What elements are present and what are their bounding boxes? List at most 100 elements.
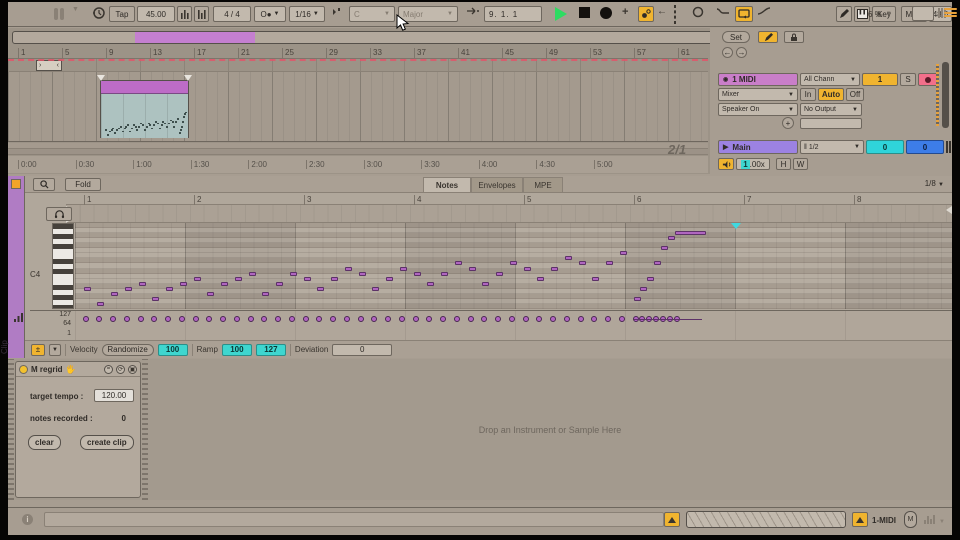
velocity-marker[interactable] <box>138 316 144 322</box>
device-drop-zone[interactable]: Drop an Instrument or Sample Here <box>148 359 952 500</box>
monitor-off-button[interactable]: Off <box>846 88 864 101</box>
height-zoom-button[interactable]: H <box>776 158 791 170</box>
velocity-marker[interactable] <box>413 316 419 322</box>
midi-note[interactable] <box>180 282 187 286</box>
fade-icon[interactable] <box>757 6 773 22</box>
main-volume-slider[interactable]: 0 <box>906 140 944 154</box>
midi-note[interactable] <box>276 282 283 286</box>
velocity-marker[interactable] <box>344 316 350 322</box>
midi-note[interactable] <box>510 261 517 265</box>
midi-note[interactable] <box>668 236 675 240</box>
midi-note[interactable] <box>482 282 489 286</box>
clip-title-bar[interactable] <box>101 81 188 94</box>
track-activator-button[interactable]: 1 <box>862 73 898 86</box>
draw-mode-button[interactable] <box>836 6 852 22</box>
add-automation-lane-button[interactable]: + <box>782 117 794 129</box>
midi-note[interactable] <box>400 267 407 271</box>
velocity-marker[interactable] <box>536 316 542 322</box>
clear-button[interactable]: clear <box>28 435 61 450</box>
show-track-toggle[interactable] <box>852 512 868 527</box>
velocity-marker[interactable] <box>523 316 529 322</box>
automation-breakpoint-line[interactable] <box>8 59 708 61</box>
ramp-from-field[interactable]: 100 <box>222 344 252 356</box>
loop-marker-lanes[interactable] <box>66 205 952 223</box>
midi-note[interactable] <box>455 261 462 265</box>
device-title-bar[interactable]: M regrid 🖐 = ⟳ ▣ <box>16 362 140 377</box>
midi-note[interactable] <box>152 297 159 301</box>
midi-note[interactable] <box>166 287 173 291</box>
nudge-down-icon[interactable] <box>177 6 192 22</box>
midi-note[interactable] <box>579 261 586 265</box>
midi-note[interactable] <box>654 261 661 265</box>
device-edit-button[interactable]: ⟳ <box>116 365 125 374</box>
midi-note[interactable] <box>537 277 544 281</box>
zoom-magnifier-button[interactable] <box>33 178 55 191</box>
velocity-marker[interactable] <box>248 316 254 322</box>
arrangement-track-lane[interactable] <box>8 72 708 142</box>
overview-loop-region[interactable] <box>135 32 255 44</box>
midi-note[interactable] <box>414 272 421 276</box>
midi-note[interactable] <box>606 261 613 265</box>
mixer-device-menu[interactable]: Mixer▼ <box>718 88 798 101</box>
prev-marker-button[interactable]: ← <box>722 47 733 58</box>
time-signature-field[interactable]: 4 / 4 <box>213 6 251 22</box>
preview-speaker-button[interactable] <box>718 158 734 170</box>
device-map-button[interactable]: = <box>104 365 113 374</box>
midi-note[interactable] <box>345 267 352 271</box>
midi-note[interactable] <box>496 272 503 276</box>
clip-mini-notes[interactable] <box>101 94 188 138</box>
punch-region-icon[interactable] <box>674 6 688 22</box>
velocity-marker[interactable] <box>399 316 405 322</box>
back-to-arrangement-button[interactable]: ← <box>657 6 671 22</box>
chevron-down-icon[interactable]: ▼ <box>72 6 82 22</box>
tab-mpe[interactable]: MPE <box>523 177 563 192</box>
chevron-down-icon[interactable]: ▼ <box>939 519 945 525</box>
main-grid-menu[interactable]: ‖ 1/2▼ <box>800 140 864 154</box>
groove-amount-menu[interactable]: O●▼ <box>254 6 286 22</box>
midi-note[interactable] <box>441 272 448 276</box>
midi-note[interactable] <box>207 292 214 296</box>
velocity-marker[interactable] <box>371 316 377 322</box>
velocity-marker[interactable] <box>578 316 584 322</box>
velocity-marker[interactable] <box>96 316 102 322</box>
piano-key[interactable] <box>53 305 73 309</box>
playback-speed-box[interactable]: 1.00x <box>736 158 770 170</box>
midi-note[interactable] <box>125 287 132 291</box>
set-button[interactable]: Set <box>722 31 750 43</box>
midi-note[interactable] <box>84 287 91 291</box>
insert-marker[interactable] <box>731 223 741 229</box>
arrangement-midi-clip[interactable] <box>100 80 189 138</box>
arrangement-position-field[interactable]: 9. 1. 1 <box>484 6 542 22</box>
capture-midi-button[interactable] <box>692 6 706 22</box>
midi-note[interactable] <box>194 277 201 281</box>
device-drag-strip-left[interactable] <box>8 359 14 500</box>
tab-envelopes[interactable]: Envelopes <box>471 177 523 192</box>
velocity-marker[interactable] <box>234 316 240 322</box>
arrangement-time-ruler[interactable]: 0:000:301:001:302:002:303:003:304:004:30… <box>8 156 708 173</box>
stop-button[interactable] <box>578 6 592 22</box>
next-marker-button[interactable]: → <box>736 47 747 58</box>
automation-mode-button[interactable] <box>716 6 732 22</box>
midi-note[interactable] <box>249 272 256 276</box>
velocity-marker[interactable] <box>330 316 336 322</box>
midi-note[interactable] <box>290 272 297 276</box>
grid-value-menu[interactable]: 1/8 ▼ <box>925 179 944 188</box>
midi-note[interactable] <box>647 277 654 281</box>
arrangement-beat-ruler[interactable]: 15913172125293337414549535761 <box>8 46 708 59</box>
create-clip-button[interactable]: create clip <box>80 435 134 450</box>
velocity-marker[interactable] <box>124 316 130 322</box>
link-icon[interactable] <box>54 6 68 22</box>
quantize-grid-menu[interactable]: 1/16▼ <box>289 6 325 22</box>
follow-icon[interactable] <box>331 6 345 22</box>
new-button[interactable]: + <box>622 6 635 22</box>
midi-note[interactable] <box>331 277 338 281</box>
tab-notes[interactable]: Notes <box>423 177 471 192</box>
midi-note[interactable] <box>304 277 311 281</box>
loop-brace[interactable]: ›‹ <box>36 60 62 71</box>
velocity-marker[interactable] <box>83 316 89 322</box>
velocity-marker[interactable] <box>261 316 267 322</box>
midi-note[interactable] <box>634 297 641 301</box>
midi-note[interactable] <box>262 292 269 296</box>
velocity-marker[interactable] <box>385 316 391 322</box>
solo-button[interactable]: S <box>900 73 916 86</box>
